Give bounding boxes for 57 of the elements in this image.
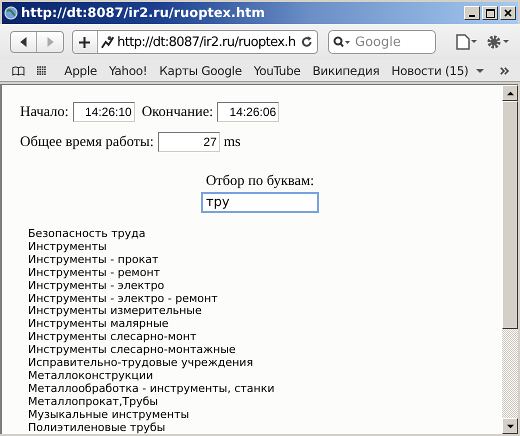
page-icon[interactable] — [456, 34, 478, 50]
search-icon — [333, 36, 351, 48]
total-time-field[interactable]: 27 — [158, 132, 220, 152]
reload-icon[interactable] — [300, 36, 312, 48]
forward-arrow-icon — [45, 37, 55, 47]
gear-icon[interactable] — [486, 33, 510, 51]
end-label: Окончание: — [142, 104, 214, 120]
result-item: Металлообработка - инструменты, станки — [28, 382, 276, 396]
result-item: Инструменты измерительные — [28, 305, 202, 318]
filter-label: Отбор по буквам: — [206, 173, 314, 190]
filter-field[interactable]: тру — [201, 192, 319, 213]
result-item: Инструменты - электро — [28, 280, 166, 293]
close-button[interactable] — [500, 6, 516, 20]
total-time-label: Общее время работы: — [20, 134, 154, 150]
bookmark-link[interactable]: Новости (15) — [391, 64, 484, 78]
result-item: Металлоконструкции — [28, 370, 154, 383]
result-item: Инструменты - прокат — [28, 254, 160, 267]
result-item: Инструменты — [28, 240, 108, 254]
bookmark-link[interactable]: YouTube — [254, 64, 300, 78]
back-arrow-icon — [18, 37, 28, 47]
plus-icon — [79, 36, 90, 48]
bookmark-link[interactable]: Википедия — [312, 64, 380, 78]
result-item: Безопасность труда — [28, 228, 146, 241]
add-button[interactable] — [73, 31, 98, 53]
result-item: Металлопрокат,Трубы — [28, 396, 160, 409]
result-item: Инструменты слесарно-монт — [28, 331, 198, 344]
result-item: Полиэтиленовые трубы — [28, 422, 166, 434]
scrollbar-thumb[interactable] — [502, 101, 518, 329]
result-item: Музыкальные инструменты — [28, 408, 190, 422]
bookmark-link[interactable]: Карты Google — [159, 64, 242, 78]
bookmark-link[interactable]: Apple — [64, 64, 97, 78]
window-title: http://dt:8087/ir2.ru/ruoptex.htm — [21, 6, 266, 20]
maximize-icon — [486, 8, 494, 18]
start-label: Начало: — [20, 104, 69, 120]
result-item: Инструменты - электро - ремонт — [28, 292, 219, 306]
result-item: Инструменты - ремонт — [28, 266, 162, 280]
scroll-down-button[interactable] — [502, 418, 518, 434]
book-icon[interactable] — [12, 64, 25, 76]
result-item: Исправительно-трудовые учреждения — [28, 357, 254, 370]
site-icon — [100, 34, 116, 50]
dropdown-caret-icon — [476, 66, 484, 74]
down-arrow-icon — [506, 422, 514, 430]
globe-icon — [4, 6, 18, 20]
up-arrow-icon — [506, 90, 514, 96]
scroll-up-button[interactable] — [502, 85, 518, 101]
chevron-icon[interactable] — [500, 66, 510, 76]
search-field[interactable]: Google — [328, 30, 436, 54]
result-item: Инструменты слесарно-монтажные — [28, 344, 237, 358]
end-time-field[interactable]: 14:26:06 — [217, 102, 280, 122]
close-icon — [504, 9, 512, 17]
result-item: Инструменты малярные — [28, 318, 170, 332]
maximize-button[interactable] — [482, 6, 498, 20]
grid-icon[interactable] — [36, 64, 46, 76]
bookmark-link[interactable]: Yahoo! — [108, 64, 148, 78]
minimize-button[interactable] — [464, 6, 480, 20]
start-time-field[interactable]: 14:26:10 — [72, 102, 135, 122]
unit-label: ms — [224, 134, 241, 150]
